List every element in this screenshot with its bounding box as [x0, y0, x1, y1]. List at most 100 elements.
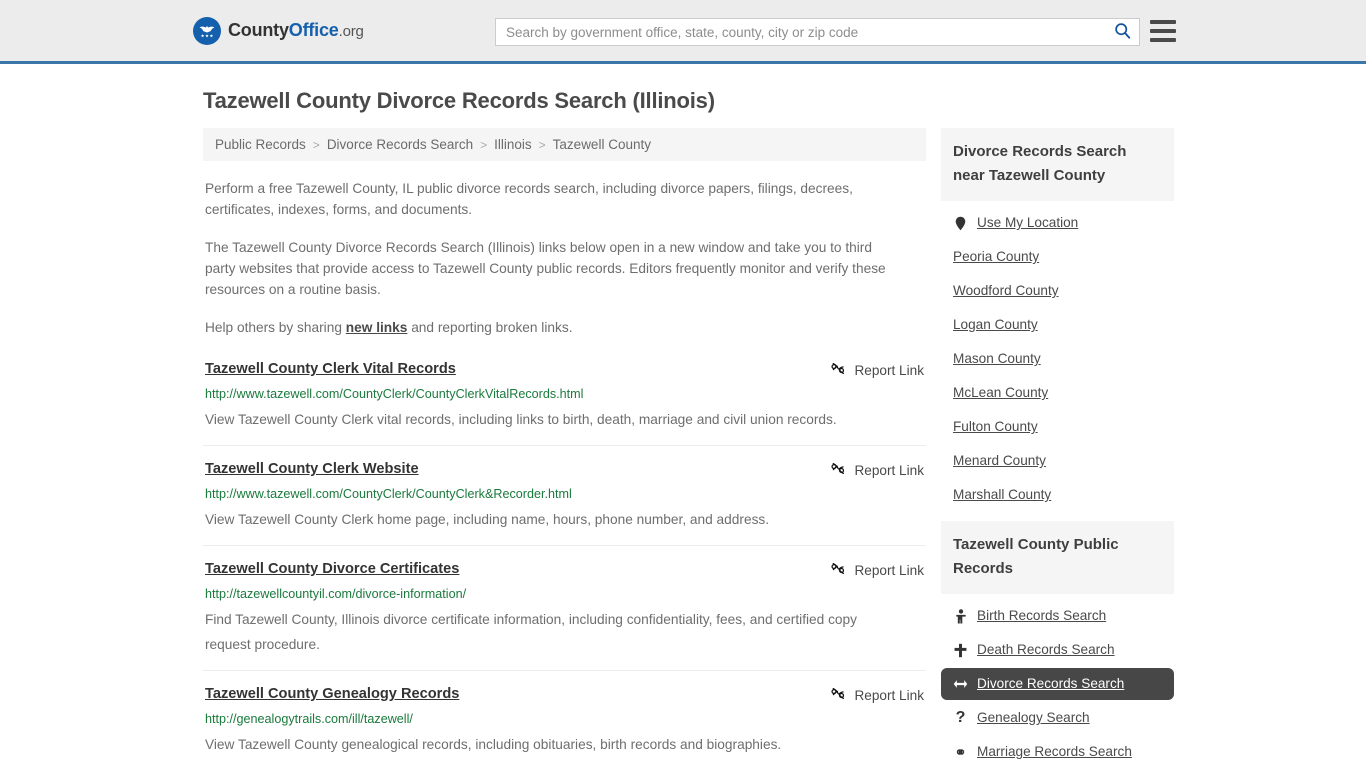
report-link-label: Report Link	[854, 462, 924, 478]
result-item: Tazewell County Genealogy Records Report…	[203, 685, 926, 768]
sidebar-item-label: Woodford County	[953, 283, 1059, 298]
breadcrumb-separator-icon: >	[538, 137, 546, 152]
result-description: Find Tazewell County, Illinois divorce c…	[205, 612, 857, 652]
sidebar-item-label: Fulton County	[953, 419, 1038, 434]
sidebar-item-mclean-county[interactable]: McLean County	[941, 377, 1174, 409]
sidebar-item-use-my-location[interactable]: Use My Location	[941, 207, 1174, 239]
cross-icon	[953, 643, 968, 658]
sidebar-item-label: Birth Records Search	[977, 608, 1107, 623]
report-link-button[interactable]: Report Link	[831, 685, 924, 704]
sidebar-item-marshall-county[interactable]: Marshall County	[941, 479, 1174, 511]
breadcrumb-separator-icon: >	[312, 137, 320, 152]
breadcrumb-item-tazewell-county: Tazewell County	[552, 137, 651, 152]
report-link-label: Report Link	[854, 362, 924, 378]
public-records-panel: Tazewell County Public Records Birth Rec…	[941, 521, 1174, 768]
logo-wordmark: CountyOffice.org	[228, 20, 364, 41]
sidebar-item-divorce-records-search[interactable]: Divorce Records Search	[941, 668, 1174, 700]
page-body: Tazewell County Divorce Records Search (…	[0, 88, 1366, 768]
sidebar-item-woodford-county[interactable]: Woodford County	[941, 275, 1174, 307]
result-title-link[interactable]: Tazewell County Clerk Vital Records	[205, 360, 456, 379]
sidebar-item-label: McLean County	[953, 385, 1049, 400]
broken-link-icon	[831, 686, 846, 704]
breadcrumb-item-illinois[interactable]: Illinois	[494, 137, 532, 152]
sidebar-item-label: Use My Location	[977, 215, 1079, 230]
sidebar-item-label: Mason County	[953, 351, 1041, 366]
breadcrumb-item-public-records[interactable]: Public Records	[215, 137, 306, 152]
broken-link-icon	[831, 361, 846, 379]
result-item: Tazewell County Divorce Certificates Rep…	[203, 560, 926, 671]
sidebar-item-marriage-records-search[interactable]: ⚭ Marriage Records Search	[941, 736, 1174, 768]
sidebar-item-label: Logan County	[953, 317, 1038, 332]
male-female-icon: ⚭	[954, 744, 967, 760]
page-title: Tazewell County Divorce Records Search (…	[203, 88, 715, 113]
result-url[interactable]: http://genealogytrails.com/ill/tazewell/	[205, 711, 924, 727]
sidebar-item-menard-county[interactable]: Menard County	[941, 445, 1174, 477]
report-link-label: Report Link	[854, 562, 924, 578]
sidebar-item-genealogy-search[interactable]: ? Genealogy Search	[941, 702, 1174, 734]
intro-paragraph-1: Perform a free Tazewell County, IL publi…	[205, 181, 853, 217]
report-link-button[interactable]: Report Link	[831, 560, 924, 579]
sidebar-item-label: Genealogy Search	[977, 710, 1090, 725]
result-title-link[interactable]: Tazewell County Genealogy Records	[205, 685, 459, 704]
result-description: View Tazewell County Clerk vital records…	[205, 412, 837, 427]
report-link-label: Report Link	[854, 687, 924, 703]
search-icon	[1114, 22, 1131, 42]
result-header: Tazewell County Divorce Certificates Rep…	[205, 560, 924, 579]
breadcrumb-separator-icon: >	[480, 137, 488, 152]
result-item: Tazewell County Clerk Website Report Lin…	[203, 460, 926, 546]
site-header: CountyOffice.org	[0, 0, 1366, 64]
sidebar-item-label: Menard County	[953, 453, 1046, 468]
left-right-arrow-icon	[953, 678, 968, 690]
search-button[interactable]	[1105, 19, 1139, 45]
sidebar: Divorce Records Search near Tazewell Cou…	[941, 128, 1174, 768]
public-records-list: Birth Records Search Death Records Searc…	[941, 594, 1174, 768]
sidebar-item-logan-county[interactable]: Logan County	[941, 309, 1174, 341]
sidebar-item-label: Marshall County	[953, 487, 1052, 502]
sidebar-item-death-records-search[interactable]: Death Records Search	[941, 634, 1174, 666]
question-mark-icon: ?	[955, 709, 966, 726]
content-row: Public Records > Divorce Records Search …	[0, 128, 1366, 768]
site-logo[interactable]: CountyOffice.org	[193, 16, 364, 45]
result-description: View Tazewell County genealogical record…	[205, 737, 782, 752]
hamburger-bar	[1150, 29, 1176, 33]
sidebar-item-fulton-county[interactable]: Fulton County	[941, 411, 1174, 443]
intro-paragraph-3: Help others by sharing new links and rep…	[205, 317, 905, 338]
sidebar-item-mason-county[interactable]: Mason County	[941, 343, 1174, 375]
search-input[interactable]	[496, 19, 1105, 45]
nearby-counties-list: Use My Location Peoria County Woodford C…	[941, 201, 1174, 511]
breadcrumb-item-divorce-records-search[interactable]: Divorce Records Search	[327, 137, 473, 152]
new-links-link[interactable]: new links	[346, 320, 408, 335]
public-records-header: Tazewell County Public Records	[941, 521, 1174, 594]
sidebar-item-birth-records-search[interactable]: Birth Records Search	[941, 600, 1174, 632]
nearby-counties-header: Divorce Records Search near Tazewell Cou…	[941, 128, 1174, 201]
broken-link-icon	[831, 561, 846, 579]
nearby-counties-panel: Divorce Records Search near Tazewell Cou…	[941, 128, 1174, 511]
result-url[interactable]: http://www.tazewell.com/CountyClerk/Coun…	[205, 486, 924, 502]
broken-link-icon	[831, 461, 846, 479]
logo-text-tld: .org	[338, 23, 364, 40]
hamburger-bar	[1150, 20, 1176, 24]
report-link-button[interactable]: Report Link	[831, 360, 924, 379]
eagle-seal-logo-icon	[193, 16, 221, 45]
result-header: Tazewell County Clerk Vital Records Repo…	[205, 360, 924, 379]
logo-text-county: County	[228, 20, 289, 40]
intro-paragraph-2: The Tazewell County Divorce Records Sear…	[205, 240, 886, 297]
result-url[interactable]: http://tazewellcountyil.com/divorce-info…	[205, 586, 924, 602]
search-bar[interactable]	[495, 18, 1140, 46]
result-url[interactable]: http://www.tazewell.com/CountyClerk/Coun…	[205, 386, 924, 402]
intro-text-before-link: Help others by sharing	[205, 320, 346, 335]
sidebar-item-peoria-county[interactable]: Peoria County	[941, 241, 1174, 273]
results-list: Tazewell County Clerk Vital Records Repo…	[203, 360, 926, 768]
result-header: Tazewell County Clerk Website Report Lin…	[205, 460, 924, 479]
report-link-button[interactable]: Report Link	[831, 460, 924, 479]
sidebar-item-label: Marriage Records Search	[977, 744, 1132, 759]
baby-icon	[953, 608, 968, 624]
main-column: Public Records > Divorce Records Search …	[203, 128, 926, 768]
result-title-link[interactable]: Tazewell County Divorce Certificates	[205, 560, 459, 579]
intro-section: Perform a free Tazewell County, IL publi…	[203, 178, 926, 338]
result-item: Tazewell County Clerk Vital Records Repo…	[203, 360, 926, 446]
result-title-link[interactable]: Tazewell County Clerk Website	[205, 460, 419, 479]
breadcrumb: Public Records > Divorce Records Search …	[203, 128, 926, 161]
hamburger-menu-icon[interactable]	[1150, 20, 1176, 42]
result-header: Tazewell County Genealogy Records Report…	[205, 685, 924, 704]
